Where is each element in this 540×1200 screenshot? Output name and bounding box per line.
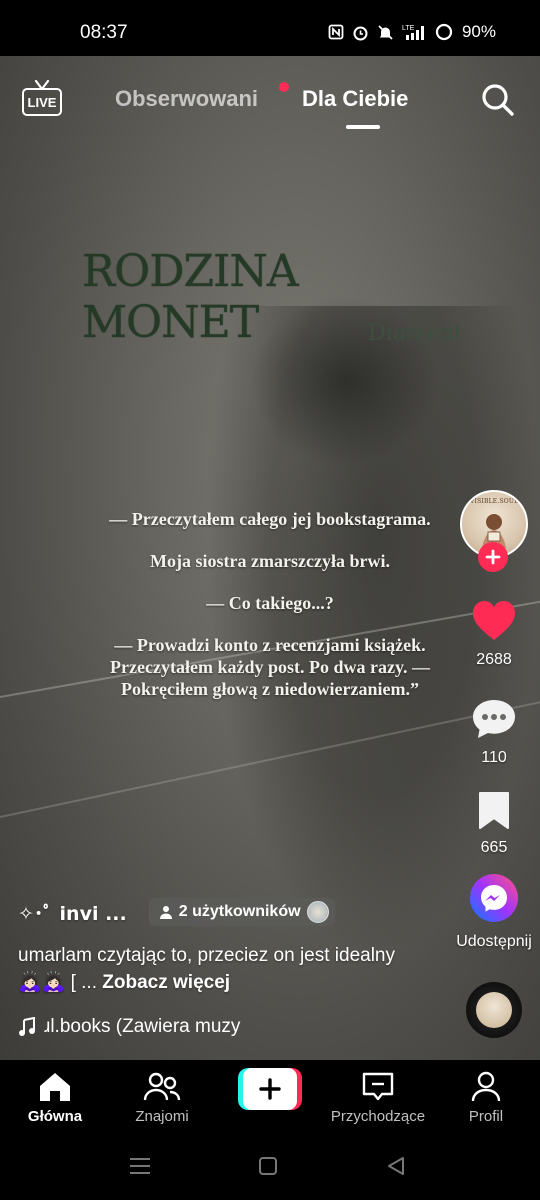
recents-icon[interactable]	[128, 1156, 152, 1176]
search-icon	[482, 84, 514, 116]
tab-following[interactable]: Obserwowani	[115, 86, 258, 112]
system-nav-bar	[0, 1132, 540, 1200]
nfc-icon	[327, 23, 345, 41]
music-note-icon	[19, 1017, 35, 1036]
tab-friends-label: Znajomi	[135, 1108, 189, 1125]
tab-inbox-label: Przychodzące	[330, 1108, 426, 1125]
create-button[interactable]	[238, 1068, 302, 1110]
quote-line: — Prowadzi konto z recenzjami książek. P…	[110, 635, 430, 699]
search-button[interactable]	[480, 82, 516, 118]
svg-text:LTE: LTE	[402, 25, 415, 32]
music-title: ɹl.books (Zawiera muzy	[44, 1016, 241, 1037]
tagged-users-pill[interactable]: 2 użytkowników	[148, 898, 335, 926]
mute-bell-icon	[377, 23, 395, 41]
quote-line: — Co takiego...?	[206, 593, 334, 613]
tab-inbox[interactable]: Przychodzące	[328, 1070, 428, 1125]
save-button[interactable]: 665	[456, 790, 532, 857]
tab-home[interactable]: Główna	[5, 1070, 105, 1125]
music-row[interactable]: ɹl.books (Zawiera muzy	[18, 1014, 240, 1040]
follow-button[interactable]	[478, 542, 508, 572]
music-disc-cover	[476, 992, 512, 1028]
tagged-users-label: 2 użytkowników	[178, 903, 301, 920]
battery-percent: 90%	[461, 22, 496, 41]
quote-line: Moja siostra zmarszczyła brwi.	[150, 551, 390, 571]
quote-line: — Przeczytałem całego jej bookstagrama.	[109, 509, 431, 529]
home-icon	[40, 1073, 70, 1101]
see-more-link[interactable]: Zobacz więcej	[102, 972, 230, 993]
profile-icon	[471, 1071, 501, 1102]
comment-count: 110	[481, 749, 507, 766]
music-disc[interactable]	[466, 982, 522, 1038]
battery-icon	[435, 23, 453, 41]
author-row: ✧･ﾟ invi ... 2 użytkowników	[18, 898, 335, 926]
like-count: 2688	[476, 651, 512, 668]
inbox-icon	[362, 1072, 394, 1101]
messenger-icon	[470, 874, 518, 922]
home-nav-icon[interactable]	[258, 1156, 278, 1176]
bookmark-icon	[479, 792, 509, 829]
book-quote: — Przeczytałem całego jej bookstagrama. …	[90, 508, 450, 720]
plus-icon	[485, 549, 501, 565]
person-icon	[159, 906, 172, 919]
back-icon[interactable]	[386, 1156, 406, 1176]
status-icons: LTE 90%	[327, 22, 496, 42]
tab-home-label: Główna	[27, 1108, 83, 1125]
comment-button[interactable]: 110	[456, 698, 532, 767]
post-caption[interactable]: umarlam czytając to, przeciez on jest id…	[18, 942, 418, 996]
alarm-icon	[352, 23, 370, 41]
active-tab-indicator	[346, 125, 380, 129]
author-name[interactable]: ✧･ﾟ invi ...	[18, 899, 127, 926]
signal-icon: LTE	[402, 23, 428, 41]
bottom-tab-bar: Główna Znajomi Przychodzące Profil	[0, 1060, 540, 1132]
share-label: Udostępnij	[456, 933, 532, 950]
live-button[interactable]: LIVE	[22, 80, 62, 118]
plus-icon	[259, 1078, 281, 1100]
book-subtitle: Diament	[368, 321, 463, 346]
status-bar: 08:37 LTE 90%	[0, 0, 540, 56]
top-nav: LIVE Obserwowani Dla Ciebie	[0, 72, 540, 132]
heart-icon	[473, 601, 515, 640]
notification-dot	[279, 82, 289, 92]
comment-icon	[473, 700, 515, 738]
tagged-user-avatar	[306, 901, 329, 923]
status-time: 08:37	[80, 22, 128, 43]
save-count: 665	[480, 839, 508, 856]
tab-friends[interactable]: Znajomi	[112, 1070, 212, 1125]
tab-profile[interactable]: Profil	[436, 1070, 536, 1125]
tab-profile-label: Profil	[468, 1108, 504, 1125]
share-button[interactable]: Udostępnij	[456, 874, 532, 951]
like-button[interactable]: 2688	[456, 600, 532, 669]
live-label: LIVE	[22, 88, 62, 116]
tab-for-you[interactable]: Dla Ciebie	[302, 86, 408, 112]
friends-icon	[143, 1072, 181, 1101]
create-button-face	[243, 1068, 297, 1110]
